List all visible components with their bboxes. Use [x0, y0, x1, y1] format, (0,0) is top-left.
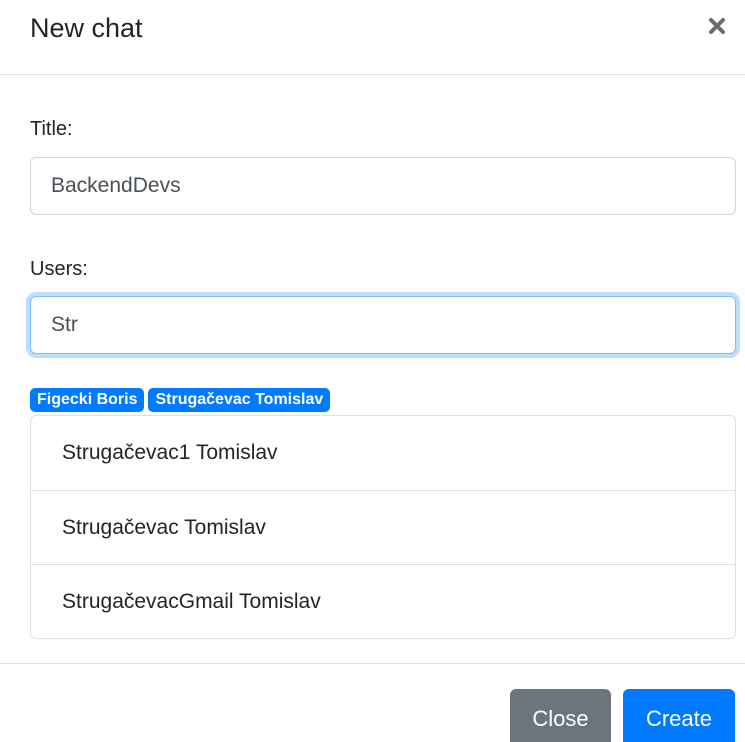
title-label: Title: [30, 118, 73, 140]
new-chat-modal: New chat Title: Users: Figecki Boris Str… [0, 0, 745, 742]
list-item[interactable]: Strugačevac Tomislav [31, 490, 735, 564]
modal-header: New chat [0, 0, 745, 75]
users-search-input[interactable] [30, 296, 736, 354]
list-item[interactable]: StrugačevacGmail Tomislav [31, 564, 735, 638]
close-icon[interactable] [703, 12, 731, 40]
close-button[interactable]: Close [510, 689, 611, 742]
user-badge-figecki-boris[interactable]: Figecki Boris [30, 388, 145, 412]
modal-title: New chat [30, 13, 143, 43]
selected-users: Figecki Boris Strugačevac Tomislav [30, 388, 331, 412]
users-label: Users: [30, 258, 88, 280]
create-button[interactable]: Create [623, 689, 735, 742]
modal-footer: Close Create [0, 663, 745, 742]
list-item[interactable]: Strugačevac1 Tomislav [31, 416, 735, 490]
user-suggestions-list: Strugačevac1 Tomislav Strugačevac Tomisl… [30, 415, 736, 639]
user-badge-strugacevac-tomislav[interactable]: Strugačevac Tomislav [148, 388, 331, 412]
title-input[interactable] [30, 157, 736, 215]
